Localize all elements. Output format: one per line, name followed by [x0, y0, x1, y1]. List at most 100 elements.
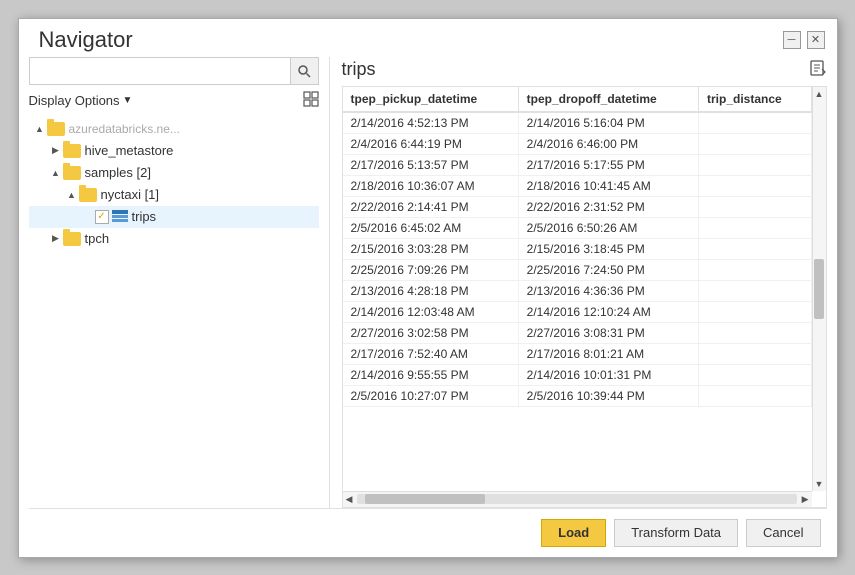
- main-content: Display Options ▼ ▲: [19, 57, 837, 508]
- table-wrapper: tpep_pickup_datetime tpep_dropoff_dateti…: [342, 86, 827, 508]
- table-cell: 2/14/2016 9:55:55 PM: [343, 364, 519, 385]
- search-button[interactable]: [290, 58, 318, 84]
- table-cell: [698, 343, 811, 364]
- table-row: 2/18/2016 10:36:07 AM2/18/2016 10:41:45 …: [343, 175, 812, 196]
- table-cell: 2/27/2016 3:02:58 PM: [343, 322, 519, 343]
- display-options-row: Display Options ▼: [29, 91, 319, 110]
- trips-checkbox[interactable]: ✓: [95, 210, 109, 224]
- table-row: 2/13/2016 4:28:18 PM2/13/2016 4:36:36 PM: [343, 280, 812, 301]
- table-cell: 2/5/2016 6:50:26 AM: [518, 217, 698, 238]
- vertical-scrollbar[interactable]: ▲ ▼: [812, 87, 826, 491]
- expand-nyctaxi: ▲: [65, 190, 79, 200]
- table-cell: 2/13/2016 4:28:18 PM: [343, 280, 519, 301]
- table-cell: [698, 112, 811, 134]
- expand-samples: ▲: [49, 168, 63, 178]
- dialog-title: Navigator: [39, 27, 133, 53]
- table-cell: [698, 364, 811, 385]
- col-header-distance: trip_distance: [698, 87, 811, 112]
- col-header-pickup: tpep_pickup_datetime: [343, 87, 519, 112]
- tree-node-trips[interactable]: ✓ trips: [29, 206, 319, 228]
- table-row: 2/17/2016 7:52:40 AM2/17/2016 8:01:21 AM: [343, 343, 812, 364]
- table-row: 2/17/2016 5:13:57 PM2/17/2016 5:17:55 PM: [343, 154, 812, 175]
- tree-node-tpch[interactable]: ▶ tpch: [29, 228, 319, 250]
- table-cell: 2/14/2016 5:16:04 PM: [518, 112, 698, 134]
- table-icon-trips: [112, 210, 128, 224]
- title-bar: Navigator ─ ✕: [19, 19, 837, 57]
- minimize-button[interactable]: ─: [783, 31, 801, 49]
- table-row: 2/5/2016 6:45:02 AM2/5/2016 6:50:26 AM: [343, 217, 812, 238]
- table-cell: [698, 322, 811, 343]
- tree-area: ▲ azuredatabricks.ne... ▶ hive_metastore…: [29, 118, 319, 508]
- folder-icon-nyctaxi: [79, 188, 97, 202]
- table-row: 2/14/2016 12:03:48 AM2/14/2016 12:10:24 …: [343, 301, 812, 322]
- table-row: 2/4/2016 6:44:19 PM2/4/2016 6:46:00 PM: [343, 133, 812, 154]
- preview-export-button[interactable]: [809, 59, 827, 80]
- expand-root: ▲: [33, 124, 47, 134]
- tree-node-root[interactable]: ▲ azuredatabricks.ne...: [29, 118, 319, 140]
- table-cell: 2/5/2016 10:39:44 PM: [518, 385, 698, 406]
- table-cell: 2/14/2016 10:01:31 PM: [518, 364, 698, 385]
- display-options-label: Display Options: [29, 93, 120, 108]
- tree-node-hive[interactable]: ▶ hive_metastore: [29, 140, 319, 162]
- table-cell: [698, 301, 811, 322]
- load-button[interactable]: Load: [541, 519, 606, 547]
- footer: Load Transform Data Cancel: [19, 509, 837, 557]
- table-cell: [698, 217, 811, 238]
- scroll-right-arrow[interactable]: ▶: [799, 494, 812, 505]
- table-cell: 2/17/2016 5:13:57 PM: [343, 154, 519, 175]
- horizontal-scrollbar[interactable]: ◀ ▶: [343, 491, 812, 507]
- transform-button[interactable]: Transform Data: [614, 519, 738, 547]
- search-icon: [297, 64, 311, 78]
- table-cell: 2/18/2016 10:41:45 AM: [518, 175, 698, 196]
- table-cell: [698, 196, 811, 217]
- table-row: 2/27/2016 3:02:58 PM2/27/2016 3:08:31 PM: [343, 322, 812, 343]
- table-cell: 2/17/2016 7:52:40 AM: [343, 343, 519, 364]
- h-scroll-thumb: [365, 494, 485, 504]
- table-cell: [698, 175, 811, 196]
- table-row: 2/15/2016 3:03:28 PM2/15/2016 3:18:45 PM: [343, 238, 812, 259]
- table-cell: 2/18/2016 10:36:07 AM: [343, 175, 519, 196]
- samples-label: samples [2]: [85, 165, 151, 180]
- tree-node-nyctaxi[interactable]: ▲ nyctaxi [1]: [29, 184, 319, 206]
- table-cell: 2/14/2016 12:10:24 AM: [518, 301, 698, 322]
- table-cell: [698, 133, 811, 154]
- table-cell: 2/13/2016 4:36:36 PM: [518, 280, 698, 301]
- table-cell: 2/22/2016 2:14:41 PM: [343, 196, 519, 217]
- table-row: 2/5/2016 10:27:07 PM2/5/2016 10:39:44 PM: [343, 385, 812, 406]
- scroll-left-arrow[interactable]: ◀: [343, 494, 356, 505]
- table-scroll-area[interactable]: tpep_pickup_datetime tpep_dropoff_dateti…: [343, 87, 826, 491]
- scroll-down-arrow[interactable]: ▼: [815, 479, 824, 489]
- window-controls: ─ ✕: [783, 31, 825, 49]
- h-scroll-track: [357, 494, 796, 504]
- table-row: 2/25/2016 7:09:26 PM2/25/2016 7:24:50 PM: [343, 259, 812, 280]
- preview-title: trips: [342, 59, 376, 80]
- scroll-up-arrow[interactable]: ▲: [815, 89, 824, 99]
- table-cell: [698, 154, 811, 175]
- left-panel: Display Options ▼ ▲: [29, 57, 329, 508]
- table-cell: [698, 238, 811, 259]
- expand-tpch: ▶: [49, 233, 63, 244]
- tree-node-samples[interactable]: ▲ samples [2]: [29, 162, 319, 184]
- display-options-arrow: ▼: [123, 95, 133, 106]
- close-button[interactable]: ✕: [807, 31, 825, 49]
- table-cell: 2/25/2016 7:09:26 PM: [343, 259, 519, 280]
- display-options-button[interactable]: Display Options ▼: [29, 93, 133, 108]
- table-cell: 2/4/2016 6:46:00 PM: [518, 133, 698, 154]
- table-cell: 2/5/2016 10:27:07 PM: [343, 385, 519, 406]
- hive-label: hive_metastore: [85, 143, 174, 158]
- search-input[interactable]: [30, 61, 290, 80]
- nyctaxi-label: nyctaxi [1]: [101, 187, 160, 202]
- table-cell: [698, 385, 811, 406]
- folder-icon-root: [47, 122, 65, 136]
- cancel-button[interactable]: Cancel: [746, 519, 820, 547]
- search-bar: [29, 57, 319, 85]
- export-icon: [809, 59, 827, 77]
- tree-view-icon-button[interactable]: [303, 91, 319, 110]
- table-cell: 2/25/2016 7:24:50 PM: [518, 259, 698, 280]
- table-row: 2/14/2016 9:55:55 PM2/14/2016 10:01:31 P…: [343, 364, 812, 385]
- view-icon: [303, 91, 319, 107]
- right-panel: trips tpe: [329, 57, 827, 508]
- table-cell: 2/15/2016 3:18:45 PM: [518, 238, 698, 259]
- table-cell: [698, 259, 811, 280]
- table-cell: 2/22/2016 2:31:52 PM: [518, 196, 698, 217]
